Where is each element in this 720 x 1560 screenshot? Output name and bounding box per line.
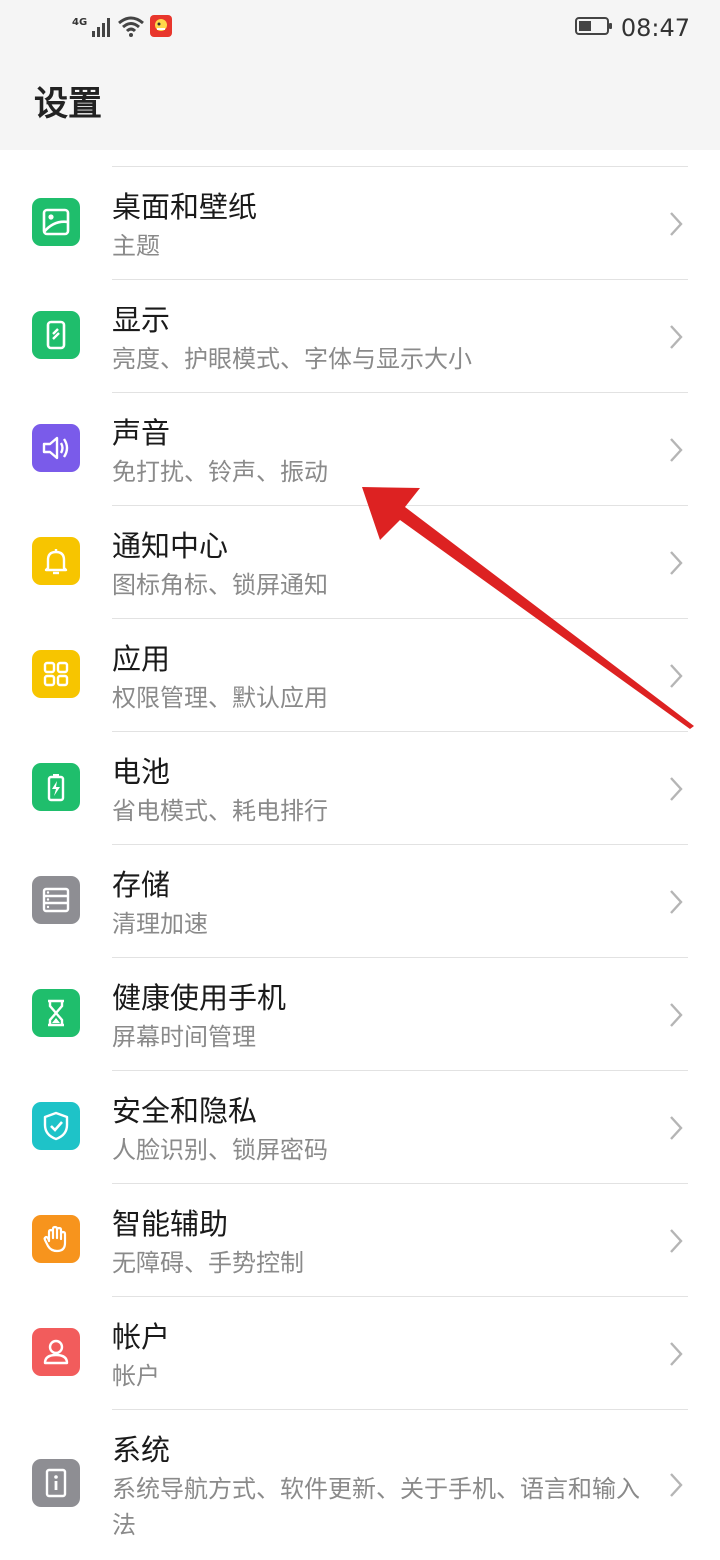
- item-subtitle: 人脸识别、锁屏密码: [112, 1136, 328, 1164]
- hourglass-icon: [32, 989, 80, 1037]
- chevron-right-icon: [670, 1473, 683, 1497]
- divider: [112, 505, 688, 506]
- network-label: 4G: [72, 17, 88, 28]
- storage-icon: [32, 876, 80, 924]
- settings-item-account[interactable]: 帐户 帐户: [0, 1296, 720, 1409]
- settings-item-storage[interactable]: 存储 清理加速: [0, 844, 720, 957]
- item-subtitle: 屏幕时间管理: [112, 1023, 256, 1051]
- chevron-right-icon: [670, 890, 683, 914]
- chevron-right-icon: [670, 551, 683, 575]
- item-title: 存储: [112, 868, 171, 902]
- item-subtitle: 图标角标、锁屏通知: [112, 571, 328, 599]
- item-title: 通知中心: [112, 529, 229, 563]
- item-title: 智能辅助: [112, 1207, 229, 1241]
- chevron-right-icon: [670, 212, 683, 236]
- settings-item-sound[interactable]: 声音 免打扰、铃声、振动: [0, 392, 720, 505]
- divider: [112, 618, 688, 619]
- battery-icon: [32, 763, 80, 811]
- settings-item-battery[interactable]: 电池 省电模式、耗电排行: [0, 731, 720, 844]
- item-subtitle: 无障碍、手势控制: [112, 1249, 304, 1277]
- item-title: 显示: [112, 303, 171, 337]
- page-title: 设置: [34, 84, 102, 124]
- item-title: 安全和隐私: [112, 1094, 258, 1128]
- divider: [112, 166, 688, 167]
- settings-item-apps[interactable]: 应用 权限管理、默认应用: [0, 618, 720, 731]
- chevron-right-icon: [670, 1116, 683, 1140]
- item-subtitle: 主题: [112, 232, 160, 260]
- battery-status-icon: [574, 16, 613, 40]
- divider: [112, 1409, 688, 1410]
- sound-icon: [32, 424, 80, 472]
- item-subtitle: 免打扰、铃声、振动: [112, 458, 328, 486]
- item-title: 声音: [112, 416, 171, 450]
- info-icon: [32, 1459, 80, 1507]
- apps-icon: [32, 650, 80, 698]
- divider: [112, 392, 688, 393]
- item-subtitle: 亮度、护眼模式、字体与显示大小: [112, 345, 472, 373]
- signal-icon: [91, 16, 113, 42]
- chevron-right-icon: [670, 1003, 683, 1027]
- item-subtitle: 省电模式、耗电排行: [112, 797, 328, 825]
- divider: [112, 1296, 688, 1297]
- chevron-right-icon: [670, 664, 683, 688]
- settings-item-security[interactable]: 安全和隐私 人脸识别、锁屏密码: [0, 1070, 720, 1183]
- divider: [112, 957, 688, 958]
- settings-item-notifications[interactable]: 通知中心 图标角标、锁屏通知: [0, 505, 720, 618]
- hand-icon: [32, 1215, 80, 1263]
- divider: [112, 1183, 688, 1184]
- divider: [112, 731, 688, 732]
- wallpaper-icon: [32, 198, 80, 246]
- divider: [112, 1070, 688, 1071]
- status-bar: 4G 08:47: [0, 0, 720, 56]
- item-title: 电池: [112, 755, 171, 789]
- item-title: 应用: [112, 642, 171, 676]
- item-subtitle: 系统导航方式、软件更新、关于手机、语言和输入法: [112, 1475, 640, 1539]
- item-title: 系统: [112, 1433, 171, 1467]
- divider: [112, 279, 688, 280]
- item-subtitle: 权限管理、默认应用: [112, 684, 328, 712]
- divider: [112, 844, 688, 845]
- settings-item-display[interactable]: 显示 亮度、护眼模式、字体与显示大小: [0, 279, 720, 392]
- wifi-icon: [117, 14, 145, 42]
- clock: 08:47: [620, 14, 690, 42]
- item-title: 桌面和壁纸: [112, 190, 258, 224]
- display-icon: [32, 311, 80, 359]
- item-title: 健康使用手机: [112, 981, 287, 1015]
- item-subtitle: 帐户: [112, 1362, 160, 1390]
- top-bar: 4G 08:47 设置: [0, 0, 720, 150]
- app-notification-icon: [149, 14, 173, 42]
- item-title: 帐户: [112, 1320, 171, 1354]
- settings-item-digital-health[interactable]: 健康使用手机 屏幕时间管理: [0, 957, 720, 1070]
- chevron-right-icon: [670, 777, 683, 801]
- chevron-right-icon: [670, 325, 683, 349]
- settings-item-accessibility[interactable]: 智能辅助 无障碍、手势控制: [0, 1183, 720, 1296]
- bell-icon: [32, 537, 80, 585]
- account-icon: [32, 1328, 80, 1376]
- settings-item-system[interactable]: 系统 系统导航方式、软件更新、关于手机、语言和输入法: [0, 1409, 720, 1560]
- shield-icon: [32, 1102, 80, 1150]
- settings-item-wallpaper[interactable]: 桌面和壁纸 主题: [0, 166, 720, 279]
- chevron-right-icon: [670, 1229, 683, 1253]
- item-subtitle: 清理加速: [112, 910, 208, 938]
- chevron-right-icon: [670, 1342, 683, 1366]
- chevron-right-icon: [670, 438, 683, 462]
